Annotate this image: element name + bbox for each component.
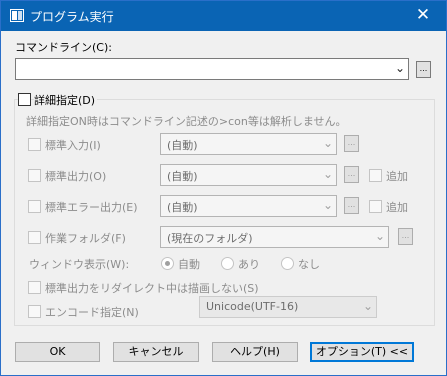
stdout-checkbox[interactable] bbox=[28, 169, 41, 182]
stdin-combo[interactable]: (自動) ⌄ bbox=[160, 133, 337, 155]
window-app-icon bbox=[10, 9, 24, 22]
chevron-down-icon: ⌄ bbox=[322, 136, 333, 150]
stderr-label: 標準エラー出力(E) bbox=[45, 201, 138, 214]
options-toggle-button[interactable]: オプション(T) << bbox=[310, 342, 414, 362]
workdir-label: 作業フォルダ(F) bbox=[45, 232, 126, 245]
ok-button[interactable]: OK bbox=[15, 342, 100, 362]
command-browse-button[interactable]: ... bbox=[416, 61, 431, 78]
close-icon: ✕ bbox=[415, 5, 431, 25]
workdir-browse-button[interactable]: ... bbox=[398, 228, 413, 245]
title-bar: プログラム実行 ✕ bbox=[1, 1, 446, 31]
stdout-browse-button[interactable]: ... bbox=[344, 166, 359, 183]
stderr-checkbox[interactable] bbox=[28, 200, 41, 213]
window-display-no-label: なし bbox=[298, 258, 320, 271]
chevron-down-icon[interactable]: ⌄ bbox=[395, 61, 405, 75]
workdir-checkbox[interactable] bbox=[28, 231, 41, 244]
stdout-combo[interactable]: (自動) ⌄ bbox=[160, 164, 337, 186]
cancel-button[interactable]: キャンセル bbox=[113, 342, 199, 362]
chevron-down-icon: ⌄ bbox=[374, 229, 385, 243]
details-checkbox[interactable] bbox=[18, 93, 31, 106]
close-button[interactable]: ✕ bbox=[400, 1, 446, 31]
stderr-append-checkbox[interactable] bbox=[369, 200, 382, 213]
help-button[interactable]: ヘルプ(H) bbox=[212, 342, 298, 362]
window-display-label: ウィンドウ表示(W): bbox=[29, 258, 130, 271]
stderr-combo[interactable]: (自動) ⌄ bbox=[160, 195, 337, 217]
details-hint: 詳細指定ON時はコマンドライン記述の>con等は解析しません。 bbox=[26, 115, 347, 128]
details-checkbox-label: 詳細指定(D) bbox=[34, 92, 98, 108]
chevron-down-icon: ⌄ bbox=[322, 167, 333, 181]
window-title: プログラム実行 bbox=[30, 10, 114, 24]
stdin-checkbox[interactable] bbox=[28, 138, 41, 151]
stdout-label: 標準出力(O) bbox=[45, 170, 107, 183]
chevron-down-icon: ⌄ bbox=[322, 198, 333, 212]
stderr-browse-button[interactable]: ... bbox=[344, 197, 359, 214]
encode-label: エンコード指定(N) bbox=[45, 306, 139, 319]
window-display-auto-radio[interactable] bbox=[161, 257, 174, 270]
stdout-append-checkbox[interactable] bbox=[369, 169, 382, 182]
no-draw-label: 標準出力をリダイレクト中は描画しない(S) bbox=[45, 282, 259, 295]
command-line-input[interactable]: ⌄ bbox=[15, 58, 409, 80]
workdir-combo[interactable]: (現在のフォルダ) ⌄ bbox=[160, 226, 389, 248]
stderr-append-label: 追加 bbox=[386, 201, 408, 214]
window-display-yes-radio[interactable] bbox=[221, 257, 234, 270]
window-display-yes-label: あり bbox=[238, 258, 260, 271]
encode-combo[interactable]: Unicode(UTF-16) ⌄ bbox=[199, 296, 377, 318]
stdin-label: 標準入力(I) bbox=[45, 139, 101, 152]
window-display-auto-label: 自動 bbox=[178, 258, 200, 271]
window-display-no-radio[interactable] bbox=[281, 257, 294, 270]
chevron-down-icon: ⌄ bbox=[362, 299, 373, 313]
stdin-browse-button[interactable]: ... bbox=[344, 135, 359, 152]
stdout-append-label: 追加 bbox=[386, 170, 408, 183]
program-run-dialog: プログラム実行 ✕ コマンドライン(C): ⌄ ... 詳細指定(D) 詳細指定… bbox=[0, 0, 447, 376]
encode-checkbox[interactable] bbox=[28, 305, 41, 318]
command-line-label: コマンドライン(C): bbox=[15, 41, 112, 54]
no-draw-checkbox[interactable] bbox=[28, 281, 41, 294]
